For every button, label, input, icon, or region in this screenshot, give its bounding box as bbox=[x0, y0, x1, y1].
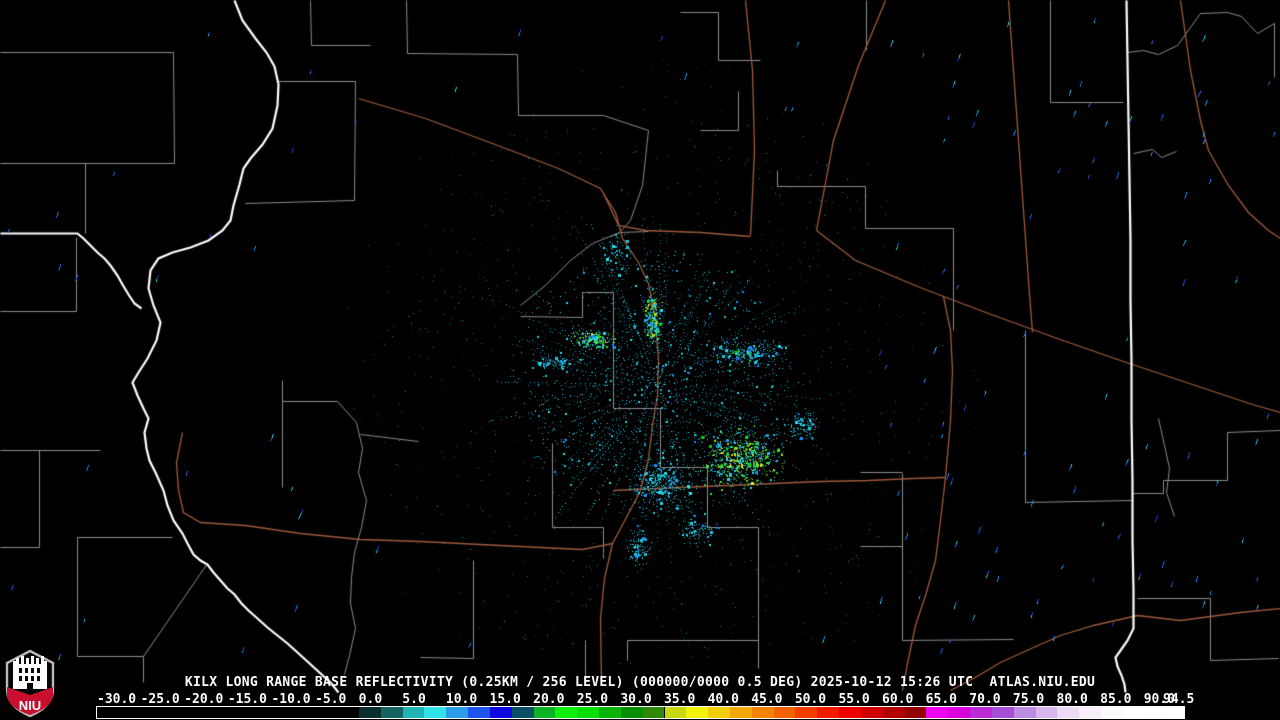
colorbar-segment bbox=[1013, 707, 1036, 718]
colorbar-tick-label: 55.0 bbox=[838, 692, 870, 707]
colorbar-segment bbox=[1035, 707, 1058, 718]
colorbar-segment bbox=[686, 707, 709, 718]
product-caption: KILX LONG RANGE BASE REFLECTIVITY (0.25K… bbox=[184, 675, 1096, 690]
colorbar-segment bbox=[795, 707, 818, 718]
colorbar-segment bbox=[577, 707, 599, 718]
colorbar-tick-label: 30.0 bbox=[620, 692, 652, 707]
colorbar-segment bbox=[489, 707, 512, 718]
colorbar-tick-label: -20.0 bbox=[184, 692, 224, 707]
colorbar-tick-label: 70.0 bbox=[969, 692, 1001, 707]
colorbar-segment bbox=[642, 707, 665, 718]
colorbar-segment bbox=[970, 707, 992, 718]
colorbar-tick-label: 5.0 bbox=[402, 692, 426, 707]
colorbar-segment bbox=[664, 707, 687, 718]
colorbar-segment bbox=[773, 707, 796, 718]
colorbar-tick-label: 15.0 bbox=[489, 692, 521, 707]
colorbar-tick-label: 94.5 bbox=[1163, 692, 1195, 707]
colorbar-segment bbox=[358, 707, 381, 718]
colorbar-segment bbox=[904, 707, 927, 718]
colorbar-tick-label: -25.0 bbox=[140, 692, 180, 707]
colorbar-segment bbox=[1144, 707, 1167, 718]
colorbar-tick-label: 35.0 bbox=[663, 692, 696, 707]
colorbar-segment bbox=[708, 707, 730, 718]
colorbar-tick-label: 60.0 bbox=[882, 692, 914, 707]
colorbar-tick-label: 75.0 bbox=[1012, 692, 1045, 707]
colorbar-segment bbox=[424, 707, 447, 718]
colorbar-tick-label: -30.0 bbox=[97, 692, 137, 707]
colorbar-segment bbox=[926, 707, 949, 718]
radar-app: { "title_bar": { "caption": "KILX LONG R… bbox=[0, 0, 1280, 720]
colorbar-segment bbox=[380, 707, 403, 718]
colorbar-segment bbox=[1122, 707, 1145, 718]
colorbar-segment bbox=[555, 707, 578, 718]
colorbar-segment bbox=[468, 707, 490, 718]
colorbar-tick-label: 80.0 bbox=[1056, 692, 1088, 707]
colorbar-segment bbox=[1101, 707, 1123, 718]
colorbar-segment bbox=[1079, 707, 1102, 718]
reflectivity-colorbar bbox=[96, 706, 1185, 719]
colorbar-segment bbox=[1166, 707, 1184, 718]
colorbar-segment bbox=[817, 707, 840, 718]
colorbar-segment bbox=[948, 707, 971, 718]
colorbar-tick-label: 50.0 bbox=[794, 692, 827, 707]
colorbar-segment bbox=[1057, 707, 1080, 718]
colorbar-tick-label: -5.0 bbox=[315, 692, 347, 707]
colorbar-tick-label: 20.0 bbox=[533, 692, 565, 707]
colorbar-segment bbox=[751, 707, 774, 718]
colorbar-tick-label: 65.0 bbox=[925, 692, 957, 707]
colorbar-segment bbox=[599, 707, 621, 718]
colorbar-tick-label: 0.0 bbox=[358, 692, 383, 707]
colorbar-tick-label: -10.0 bbox=[271, 692, 311, 707]
colorbar-tick-label: 85.0 bbox=[1100, 692, 1132, 707]
colorbar-tick-label: -15.0 bbox=[227, 692, 267, 707]
colorbar-segment bbox=[882, 707, 905, 718]
radar-map-canvas bbox=[0, 0, 1280, 720]
colorbar-tick-label: 40.0 bbox=[707, 692, 739, 707]
colorbar-segment bbox=[402, 707, 425, 718]
colorbar-segment bbox=[511, 707, 534, 718]
colorbar-tick-label: 45.0 bbox=[751, 692, 783, 707]
colorbar-segment bbox=[446, 707, 469, 718]
colorbar-segment bbox=[620, 707, 643, 718]
colorbar-segment bbox=[839, 707, 861, 718]
colorbar-labels: -30.0 -25.0 -20.0 -15.0 -10.0 -5.0 0.0 5.0 10.0 1… bbox=[0, 692, 1280, 707]
colorbar-segment bbox=[729, 707, 752, 718]
colorbar-segment bbox=[991, 707, 1014, 718]
colorbar-segment bbox=[860, 707, 883, 718]
colorbar-tick-label: 25.0 bbox=[576, 692, 609, 707]
colorbar-tick-label: 10.0 bbox=[445, 692, 478, 707]
colorbar-segment bbox=[533, 707, 556, 718]
